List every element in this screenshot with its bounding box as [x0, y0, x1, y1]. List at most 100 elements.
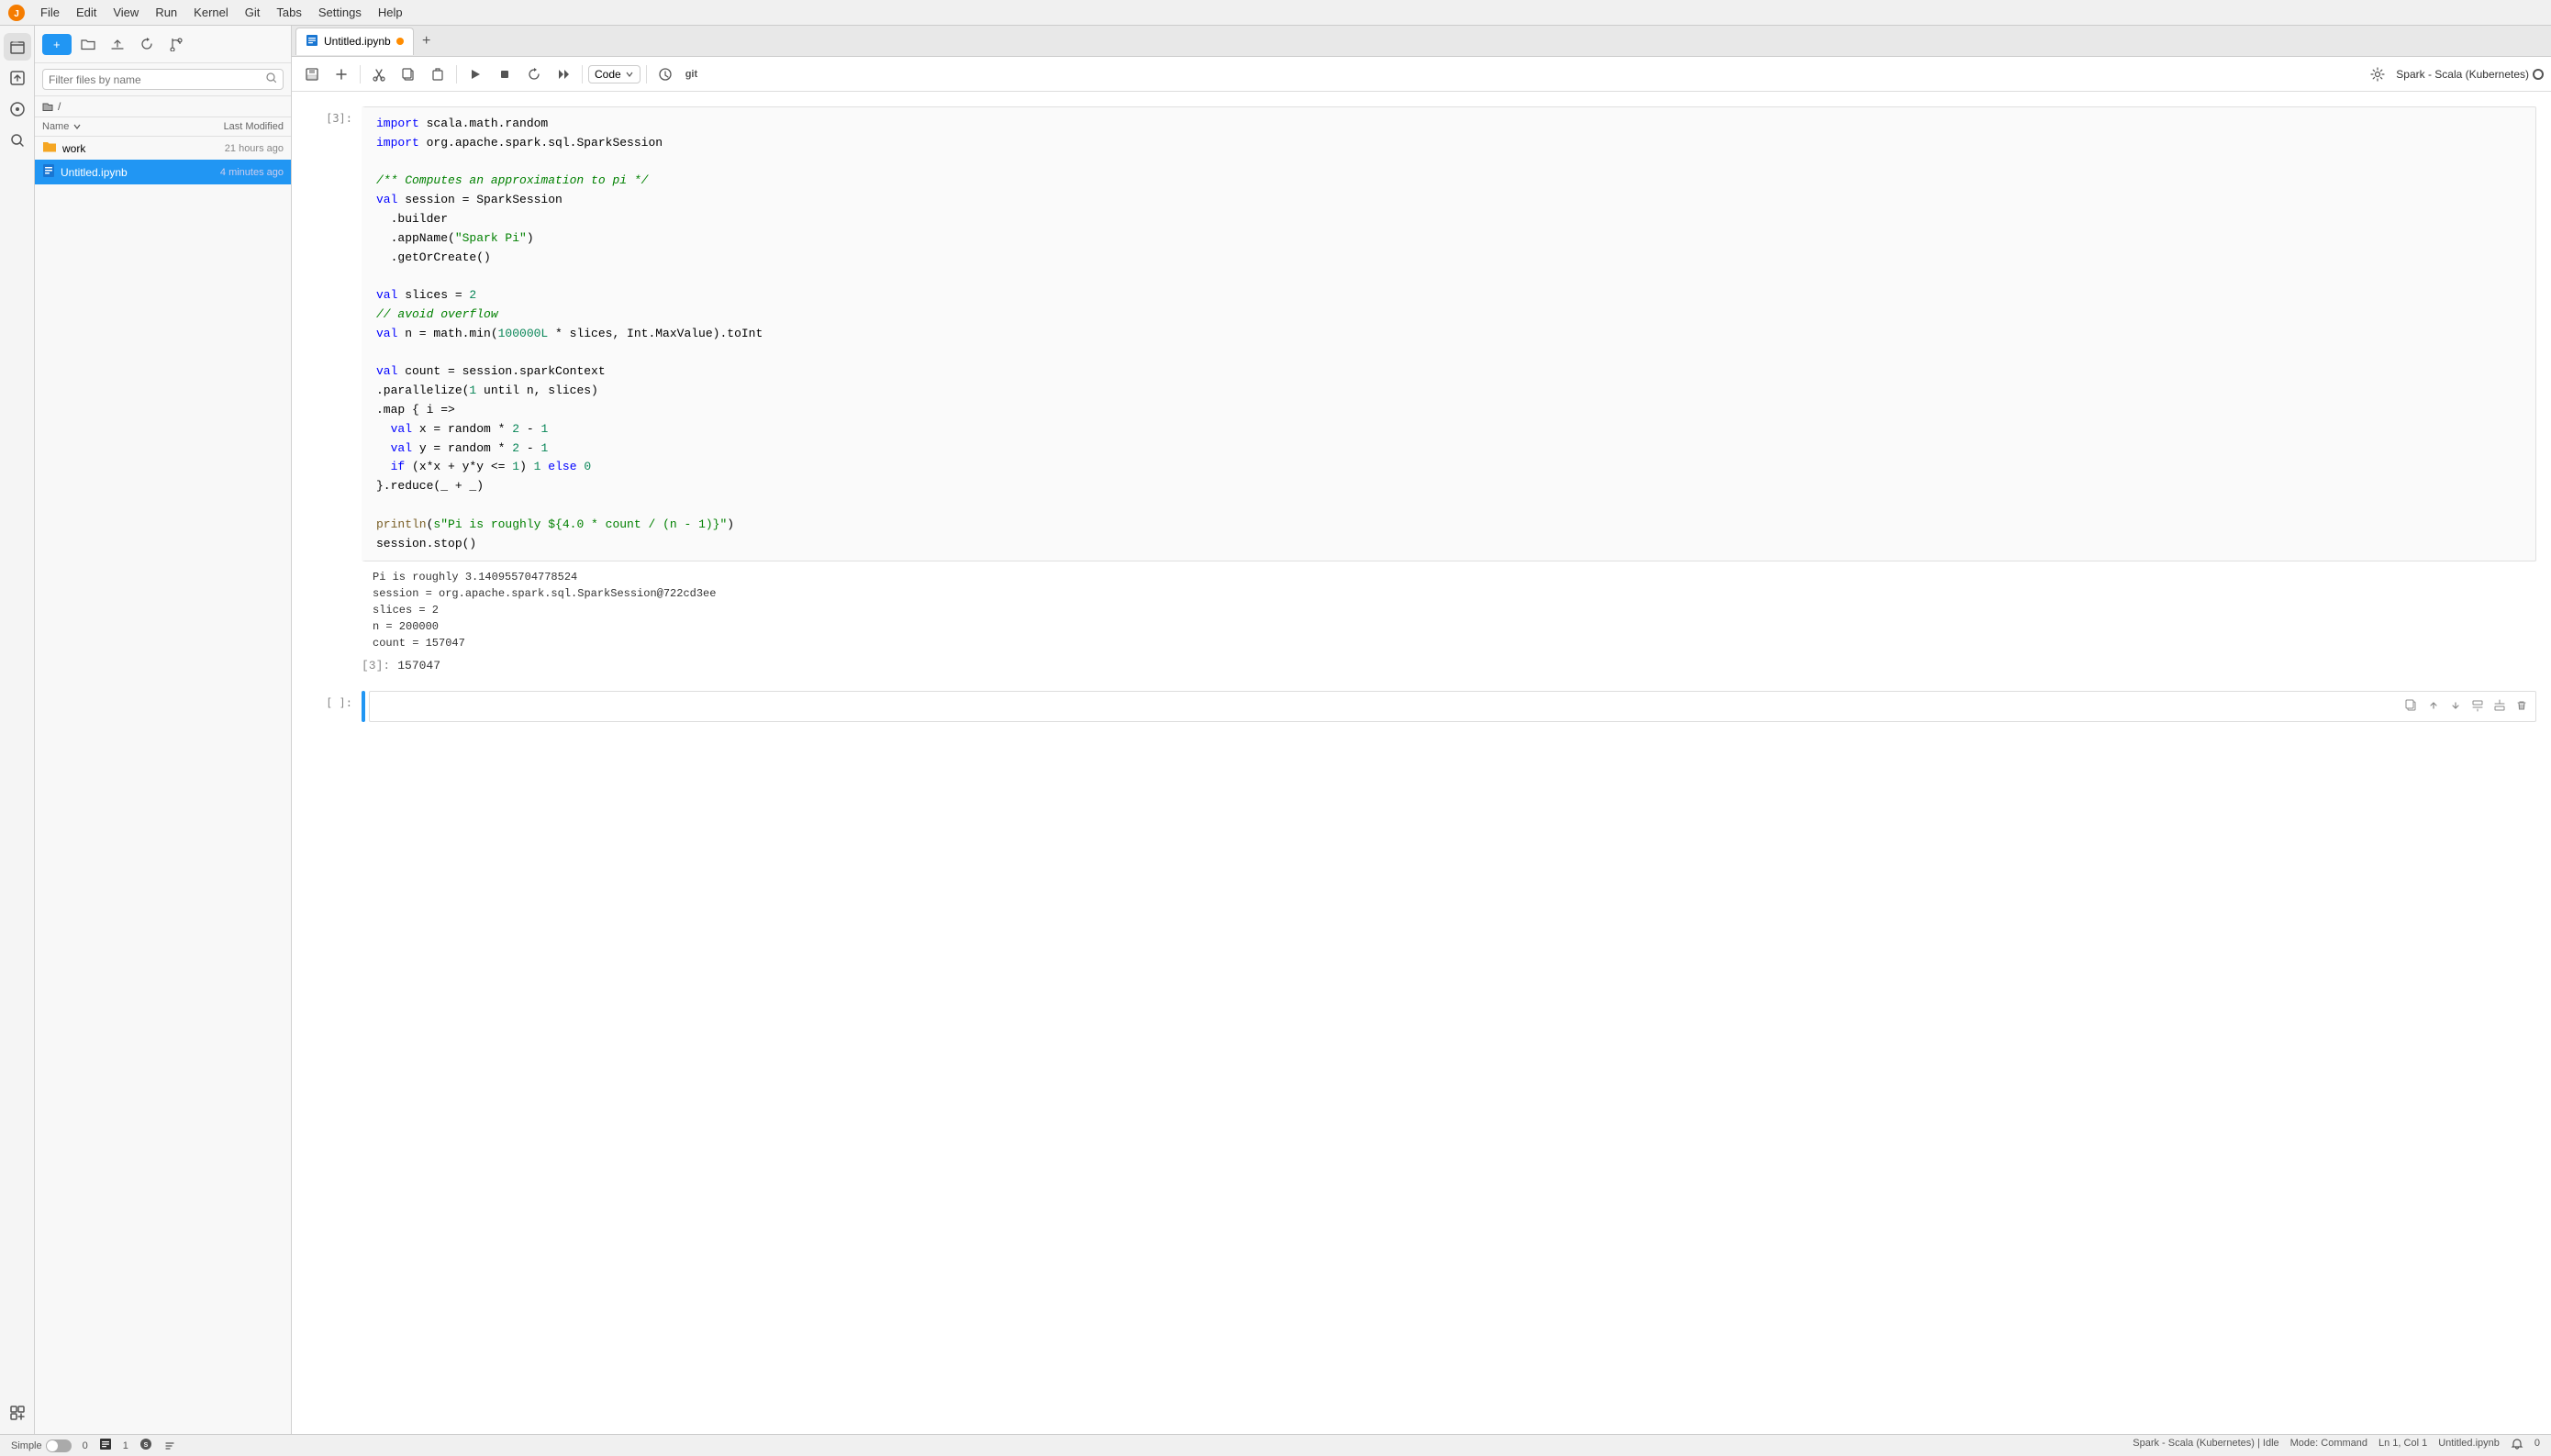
file-modified-work: 21 hours ago — [183, 143, 284, 154]
kernel-status-text: Spark - Scala (Kubernetes) | Idle — [2133, 1438, 2278, 1453]
tab-untitled-ipynb[interactable]: Untitled.ipynb — [295, 28, 414, 55]
col-modified-header: Last Modified — [183, 121, 284, 132]
cell-body-3[interactable]: import scala.math.random import org.apac… — [362, 106, 2536, 676]
cell-body-empty[interactable] — [362, 691, 2536, 722]
copy-cell-btn[interactable] — [2401, 695, 2422, 716]
file-item-untitled[interactable]: Untitled.ipynb 4 minutes ago — [35, 160, 291, 184]
output-line: n = 200000 — [373, 618, 2525, 635]
move-down-btn[interactable] — [2445, 695, 2466, 716]
stop-btn[interactable] — [492, 62, 518, 86]
new-tab-btn[interactable]: + — [416, 30, 438, 52]
refresh-btn[interactable] — [134, 31, 160, 57]
mode-text: Mode: Command — [2290, 1438, 2367, 1453]
notification-count: 0 — [2534, 1438, 2540, 1453]
search-input[interactable] — [49, 73, 266, 86]
kernel-label: Spark - Scala (Kubernetes) — [2396, 68, 2529, 81]
code-line: val y = random * 2 - 1 — [376, 439, 2524, 459]
delete-cell-btn[interactable] — [2512, 695, 2532, 716]
menu-edit[interactable]: Edit — [69, 4, 104, 21]
menu-file[interactable]: File — [33, 4, 67, 21]
menu-kernel[interactable]: Kernel — [186, 4, 236, 21]
cut-btn[interactable] — [366, 62, 392, 86]
history-btn[interactable] — [652, 62, 678, 86]
copy-btn[interactable] — [395, 62, 421, 86]
status-right: Spark - Scala (Kubernetes) | Idle Mode: … — [2133, 1438, 2540, 1453]
menu-settings[interactable]: Settings — [311, 4, 369, 21]
code-line: }.reduce(_ + _) — [376, 477, 2524, 496]
name-col-label: Name — [42, 121, 69, 132]
upload-btn[interactable] — [105, 31, 130, 57]
output-line: Pi is roughly 3.140955704778524 — [373, 569, 2525, 585]
tab-notebook-icon — [306, 34, 318, 50]
menu-help[interactable]: Help — [371, 4, 410, 21]
notebook-toolbar: Code git — [292, 57, 2551, 92]
notebook-area: Untitled.ipynb + — [292, 26, 2551, 1434]
kernel-idle-indicator — [2533, 69, 2544, 80]
result-value-3: 157047 — [397, 659, 440, 672]
sidebar-extensions-btn[interactable] — [4, 1399, 31, 1427]
open-folder-btn[interactable] — [75, 31, 101, 57]
folder-icon — [42, 140, 57, 156]
menu-tabs[interactable]: Tabs — [269, 4, 308, 21]
simple-mode-toggle[interactable]: Simple — [11, 1439, 72, 1452]
code-line: import scala.math.random — [376, 115, 2524, 134]
code-line: val x = random * 2 - 1 — [376, 420, 2524, 439]
menu-run[interactable]: Run — [148, 4, 184, 21]
sidebar-git-btn[interactable] — [4, 95, 31, 123]
code-cell-3: [3]: import scala.math.random import org… — [306, 106, 2536, 676]
code-line: // avoid overflow — [376, 306, 2524, 325]
file-list-header: Name Last Modified — [35, 117, 291, 137]
command-palette-btn[interactable] — [163, 1439, 176, 1452]
notebook-content: [3]: import scala.math.random import org… — [292, 92, 2551, 1434]
svg-text:J: J — [14, 9, 19, 19]
empty-cell-input[interactable] — [369, 691, 2536, 722]
plus-icon: + — [53, 38, 61, 51]
code-line: /** Computes an approximation to pi */ — [376, 172, 2524, 191]
code-cell-empty: [ ]: — [306, 691, 2536, 722]
status-icon-2: S — [139, 1438, 152, 1453]
cell-label-empty: [ ]: — [326, 696, 352, 709]
run-btn[interactable] — [462, 62, 488, 86]
insert-below-btn[interactable] — [2490, 695, 2510, 716]
col-name-header[interactable]: Name — [42, 121, 183, 132]
code-line: println(s"Pi is roughly ${4.0 * count / … — [376, 516, 2524, 535]
toolbar-sep-2 — [456, 65, 457, 83]
code-line: .builder — [376, 210, 2524, 229]
sidebar-search-btn[interactable] — [4, 127, 31, 154]
fastforward-btn[interactable] — [551, 62, 576, 86]
restart-btn[interactable] — [521, 62, 547, 86]
search-bar — [35, 63, 291, 96]
code-line: val session = SparkSession — [376, 191, 2524, 210]
menu-view[interactable]: View — [106, 4, 146, 21]
git-toolbar-btn[interactable]: git — [682, 62, 701, 86]
cell-label-3: [3]: — [326, 112, 352, 125]
paste-btn[interactable] — [425, 62, 451, 86]
app-logo: J — [7, 4, 26, 22]
file-browser-panel: + + — [35, 26, 292, 1434]
toggle-track[interactable] — [46, 1439, 72, 1452]
file-item-work[interactable]: work 21 hours ago — [35, 137, 291, 160]
search-input-wrap[interactable] — [42, 69, 284, 90]
sidebar-upload-btn[interactable] — [4, 64, 31, 92]
file-modified-untitled: 4 minutes ago — [183, 167, 284, 178]
git-branch-btn[interactable] — [163, 31, 189, 57]
insert-above-btn[interactable] — [2467, 695, 2488, 716]
cell-type-select[interactable]: Code — [588, 65, 641, 83]
cell-actions-empty — [2401, 695, 2532, 716]
cell-output-3: Pi is roughly 3.140955704778524 session … — [362, 561, 2536, 659]
breadcrumb-path: / — [58, 100, 61, 113]
kernel-status[interactable]: Spark - Scala (Kubernetes) — [2396, 68, 2544, 81]
tab-label: Untitled.ipynb — [324, 35, 391, 48]
menu-git[interactable]: Git — [238, 4, 268, 21]
breadcrumb: / — [35, 96, 291, 117]
filename-status: Untitled.ipynb — [2438, 1438, 2500, 1453]
kernel-settings-btn[interactable] — [2365, 62, 2390, 86]
add-cell-btn[interactable] — [329, 62, 354, 86]
move-up-btn[interactable] — [2423, 695, 2444, 716]
save-btn[interactable] — [299, 62, 325, 86]
cell-input-3[interactable]: import scala.math.random import org.apac… — [362, 106, 2536, 561]
notification-icon[interactable] — [2511, 1438, 2523, 1453]
new-launcher-btn[interactable]: + + — [42, 34, 72, 55]
output-line: slices = 2 — [373, 602, 2525, 618]
sidebar-files-btn[interactable] — [4, 33, 31, 61]
